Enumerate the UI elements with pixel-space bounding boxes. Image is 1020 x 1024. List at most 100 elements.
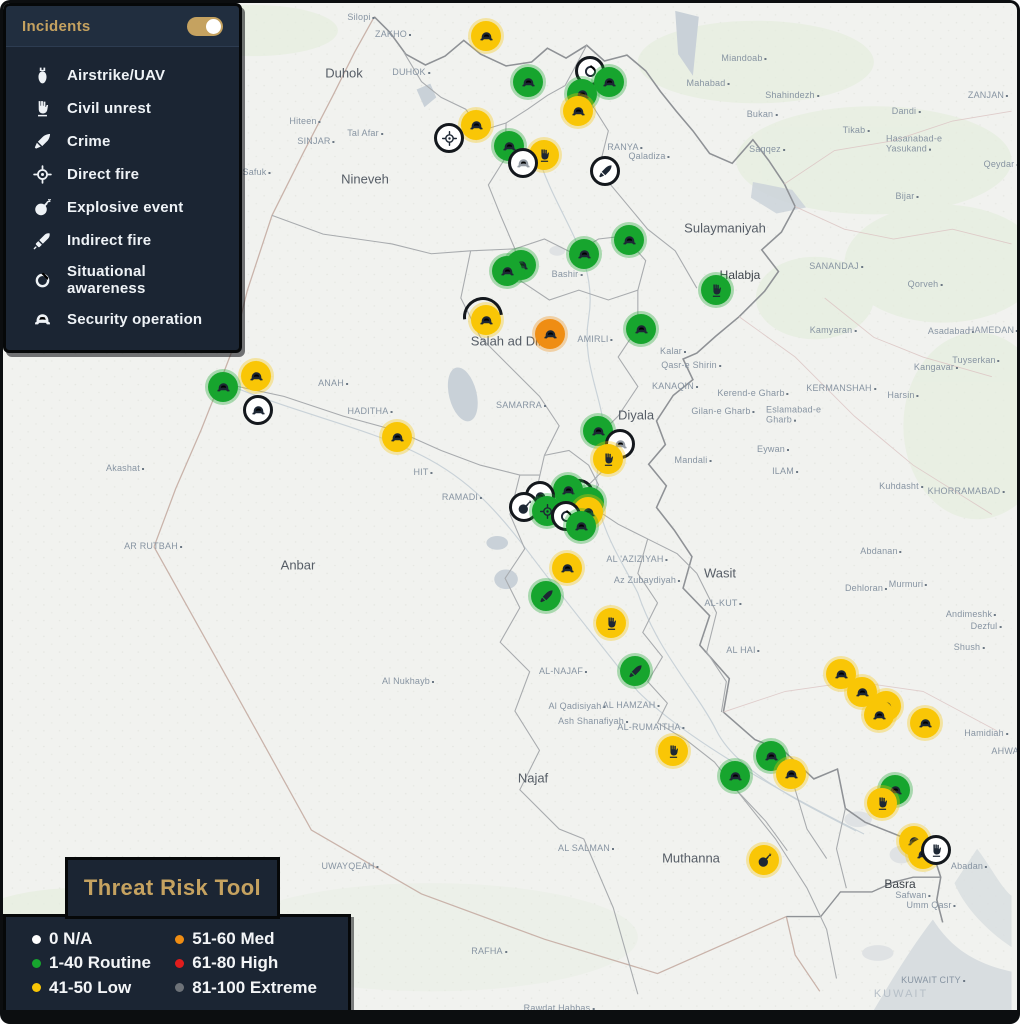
incident-marker-security-operation[interactable] — [208, 372, 238, 402]
incident-type-label: Indirect fire — [67, 232, 152, 249]
incident-type-row[interactable]: Explosive event — [6, 191, 239, 224]
incident-marker-security-operation[interactable] — [614, 225, 644, 255]
security-operation-icon — [871, 707, 888, 724]
incident-marker-civil-unrest[interactable] — [867, 788, 897, 818]
incident-type-label: Civil unrest — [67, 100, 152, 117]
security-operation-icon — [854, 684, 871, 701]
security-operation-icon — [576, 246, 593, 263]
security-operation-icon — [499, 263, 516, 280]
incident-marker-security-operation[interactable] — [492, 256, 522, 286]
direct-fire-icon — [441, 130, 458, 147]
security-operation-icon — [250, 402, 267, 419]
security-operation-icon — [727, 768, 744, 785]
incident-marker-crime[interactable] — [590, 156, 620, 186]
threat-level-row: 51-60 Med — [175, 929, 340, 949]
civil-unrest-icon — [665, 743, 682, 760]
incident-marker-civil-unrest[interactable] — [596, 608, 626, 638]
direct-fire-icon — [32, 164, 53, 185]
security-operation-icon — [570, 103, 587, 120]
threat-level-row: 1-40 Routine — [32, 953, 175, 973]
incident-marker-security-operation[interactable] — [382, 422, 412, 452]
incident-type-row[interactable]: Security operation — [6, 303, 239, 336]
explosive-event-icon — [516, 499, 533, 516]
crime-icon — [32, 131, 53, 152]
incident-marker-security-operation[interactable] — [776, 759, 806, 789]
incident-marker-security-operation[interactable] — [552, 553, 582, 583]
security-operation-icon — [917, 715, 934, 732]
toggle-knob-icon — [206, 19, 221, 34]
incident-marker-security-operation[interactable] — [626, 314, 656, 344]
incident-type-row[interactable]: Civil unrest — [6, 92, 239, 125]
security-operation-icon — [468, 117, 485, 134]
crime-icon — [627, 663, 644, 680]
selection-arc-icon — [454, 288, 512, 346]
incident-marker-security-operation[interactable] — [594, 67, 624, 97]
security-operation-icon — [763, 748, 780, 765]
incident-type-label: Explosive event — [67, 199, 184, 216]
incident-marker-civil-unrest[interactable] — [593, 444, 623, 474]
incident-type-row[interactable]: Indirect fire — [6, 224, 239, 257]
threat-level-row: 41-50 Low — [32, 978, 175, 998]
incident-marker-security-operation[interactable] — [461, 110, 491, 140]
threat-level-label: 61-80 High — [192, 953, 279, 973]
incident-marker-direct-fire[interactable] — [434, 123, 464, 153]
security-operation-icon — [783, 766, 800, 783]
incident-marker-security-operation[interactable] — [513, 67, 543, 97]
map-frame: Duhok Nineveh Sulaymaniyah Halabja Salah ad … — [0, 0, 1020, 1024]
incidents-panel-header: Incidents — [6, 6, 239, 47]
security-operation-icon — [478, 28, 495, 45]
incident-type-row[interactable]: Direct fire — [6, 158, 239, 191]
security-operation-icon — [601, 74, 618, 91]
incident-type-row[interactable]: Situational awareness — [6, 257, 239, 303]
incidents-toggle[interactable] — [187, 17, 223, 36]
incident-marker-security-operation[interactable] — [508, 148, 538, 178]
incident-marker-security-operation[interactable] — [910, 708, 940, 738]
incident-type-row[interactable]: Airstrike/UAV — [6, 59, 239, 92]
civil-unrest-icon — [603, 615, 620, 632]
threat-level-grid: 0 N/A 1-40 Routine 41-50 Low 51-60 Med 6… — [6, 917, 348, 1010]
security-operation-icon — [215, 379, 232, 396]
incidents-panel: Incidents Airstrike/UAV Civil unrest Cri… — [3, 3, 242, 353]
threat-level-label: 1-40 Routine — [49, 953, 152, 973]
incident-type-list: Airstrike/UAV Civil unrest Crime Direct … — [6, 47, 239, 350]
incidents-title: Incidents — [22, 18, 91, 35]
incident-marker-security-operation[interactable] — [243, 395, 273, 425]
threat-level-row: 0 N/A — [32, 929, 175, 949]
indirect-fire-icon — [32, 230, 53, 251]
incident-marker-civil-unrest[interactable] — [921, 835, 951, 865]
incident-marker-crime[interactable] — [620, 656, 650, 686]
incident-marker-civil-unrest[interactable] — [701, 275, 731, 305]
incident-type-row[interactable]: Crime — [6, 125, 239, 158]
threat-level-dot-icon — [175, 983, 185, 993]
incident-marker-crime[interactable] — [531, 581, 561, 611]
security-operation-icon — [515, 155, 532, 172]
threat-level-label: 41-50 Low — [49, 977, 132, 997]
civil-unrest-icon — [708, 282, 725, 299]
crime-icon — [597, 163, 614, 180]
threat-level-row: 81-100 Extreme — [175, 978, 340, 998]
threat-level-label: 51-60 Med — [192, 929, 275, 949]
threat-level-label: 81-100 Extreme — [192, 977, 318, 997]
incident-marker-security-operation[interactable] — [454, 288, 512, 346]
incident-marker-security-operation[interactable] — [241, 361, 271, 391]
incident-marker-security-operation[interactable] — [563, 96, 593, 126]
threat-risk-tool-title: Threat Risk Tool — [83, 875, 262, 900]
threat-level-dot-icon — [175, 934, 185, 944]
incident-marker-security-operation[interactable] — [720, 761, 750, 791]
civil-unrest-icon — [536, 147, 553, 164]
incident-marker-security-operation[interactable] — [566, 511, 596, 541]
incident-marker-security-operation[interactable] — [471, 21, 501, 51]
explosive-event-icon — [756, 852, 773, 869]
threat-level-dot-icon — [32, 934, 41, 944]
civil-unrest-icon — [32, 98, 53, 119]
incident-marker-security-operation[interactable] — [535, 319, 565, 349]
incident-marker-civil-unrest[interactable] — [658, 736, 688, 766]
security-operation-icon — [633, 321, 650, 338]
incident-marker-explosive-event[interactable] — [749, 845, 779, 875]
civil-unrest-icon — [928, 842, 945, 859]
incident-marker-security-operation[interactable] — [864, 700, 894, 730]
security-operation-icon — [559, 560, 576, 577]
incident-marker-security-operation[interactable] — [569, 239, 599, 269]
threat-level-dot-icon — [175, 958, 185, 968]
situational-awareness-icon — [32, 270, 53, 291]
